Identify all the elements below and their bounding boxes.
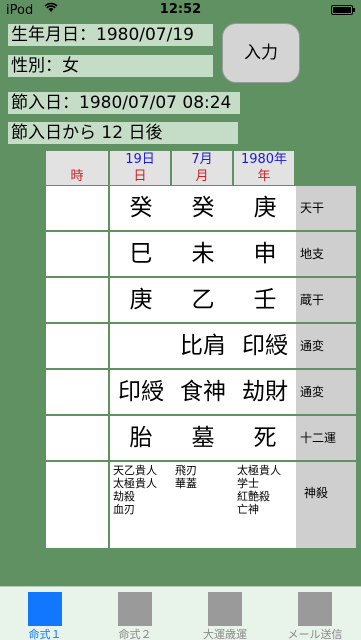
shinsatsu-cell: 飛刃 華蓋 bbox=[172, 462, 234, 548]
clock: 12:52 bbox=[159, 2, 202, 17]
table-cell: 壬 bbox=[234, 278, 296, 322]
table-cell: 申 bbox=[234, 232, 296, 276]
shinsatsu-cell: 太極貴人 学士 紅艶殺 亡神 bbox=[234, 462, 296, 548]
table-cell: 死 bbox=[234, 416, 296, 460]
shinsatsu-cell bbox=[46, 462, 108, 548]
tab-send-mail[interactable]: メール送信 bbox=[270, 587, 360, 640]
table-cell: 印綬 bbox=[234, 324, 296, 368]
setsuiri-date-field: 節入日：1980/07/07 08:24 bbox=[8, 92, 240, 114]
label-month: 月 bbox=[172, 168, 232, 185]
table-cell: 癸 bbox=[110, 186, 172, 230]
table-cell bbox=[110, 324, 172, 368]
table-cell bbox=[46, 232, 108, 276]
square-icon bbox=[298, 592, 332, 626]
row-label-shinsatsu: 神殺 bbox=[296, 462, 356, 548]
row-label: 通変 bbox=[296, 370, 356, 414]
table-cell bbox=[46, 278, 108, 322]
table-cell: 庚 bbox=[234, 186, 296, 230]
tab-taiun-saiun[interactable]: 大運歳運 bbox=[180, 587, 270, 640]
row-label: 天干 bbox=[296, 186, 356, 230]
header-day-value: 19日 bbox=[110, 151, 170, 168]
table-cell bbox=[46, 370, 108, 414]
table-cell bbox=[46, 416, 108, 460]
table-cell: 食神 bbox=[172, 370, 234, 414]
table-cell: 巳 bbox=[110, 232, 172, 276]
table-cell: 墓 bbox=[172, 416, 234, 460]
birthdate-field: 生年月日：1980/07/19 bbox=[8, 24, 213, 46]
row-label: 蔵干 bbox=[296, 278, 356, 322]
square-icon bbox=[208, 592, 242, 626]
meishiki-table: 癸癸庚天干巳未申地支庚乙壬蔵干 比肩 印綬 通変 印綬 食神 劫財 通変胎墓死十二運 天乙貴人 … bbox=[46, 186, 356, 548]
table-cell bbox=[46, 324, 108, 368]
square-icon bbox=[118, 592, 152, 626]
table-cell: 胎 bbox=[110, 416, 172, 460]
label-year: 年 bbox=[234, 168, 294, 185]
table-cell bbox=[46, 186, 108, 230]
tab-bar: 命式１ 命式２ 大運歳運 メール送信 bbox=[0, 586, 361, 640]
row-label: 十二運 bbox=[296, 416, 356, 460]
header-hour-blank bbox=[46, 151, 108, 168]
input-button[interactable]: 入力 bbox=[222, 23, 300, 83]
table-cell: 癸 bbox=[172, 186, 234, 230]
battery-icon bbox=[331, 5, 355, 15]
table-cell: 比肩 bbox=[172, 324, 234, 368]
table-cell: 庚 bbox=[110, 278, 172, 322]
label-day: 日 bbox=[110, 168, 170, 185]
days-after-field: 節入日から 12 日後 bbox=[8, 122, 238, 144]
gender-field: 性別：女 bbox=[8, 55, 213, 77]
label-hour: 時 bbox=[46, 168, 108, 185]
table-cell: 劫財 bbox=[234, 370, 296, 414]
header-month-value: 7月 bbox=[172, 151, 232, 168]
table-cell: 未 bbox=[172, 232, 234, 276]
tab-meishiki-1[interactable]: 命式１ bbox=[0, 587, 90, 640]
header-year-value: 1980年 bbox=[234, 151, 294, 168]
table-cell: 乙 bbox=[172, 278, 234, 322]
status-bar: iPod 12:52 bbox=[0, 0, 361, 20]
square-icon bbox=[28, 592, 62, 626]
tab-meishiki-2[interactable]: 命式２ bbox=[90, 587, 180, 640]
table-cell: 印綬 bbox=[110, 370, 172, 414]
row-label: 通変 bbox=[296, 324, 356, 368]
shinsatsu-cell: 天乙貴人 太極貴人 劫殺 血刃 bbox=[110, 462, 172, 548]
row-label: 地支 bbox=[296, 232, 356, 276]
